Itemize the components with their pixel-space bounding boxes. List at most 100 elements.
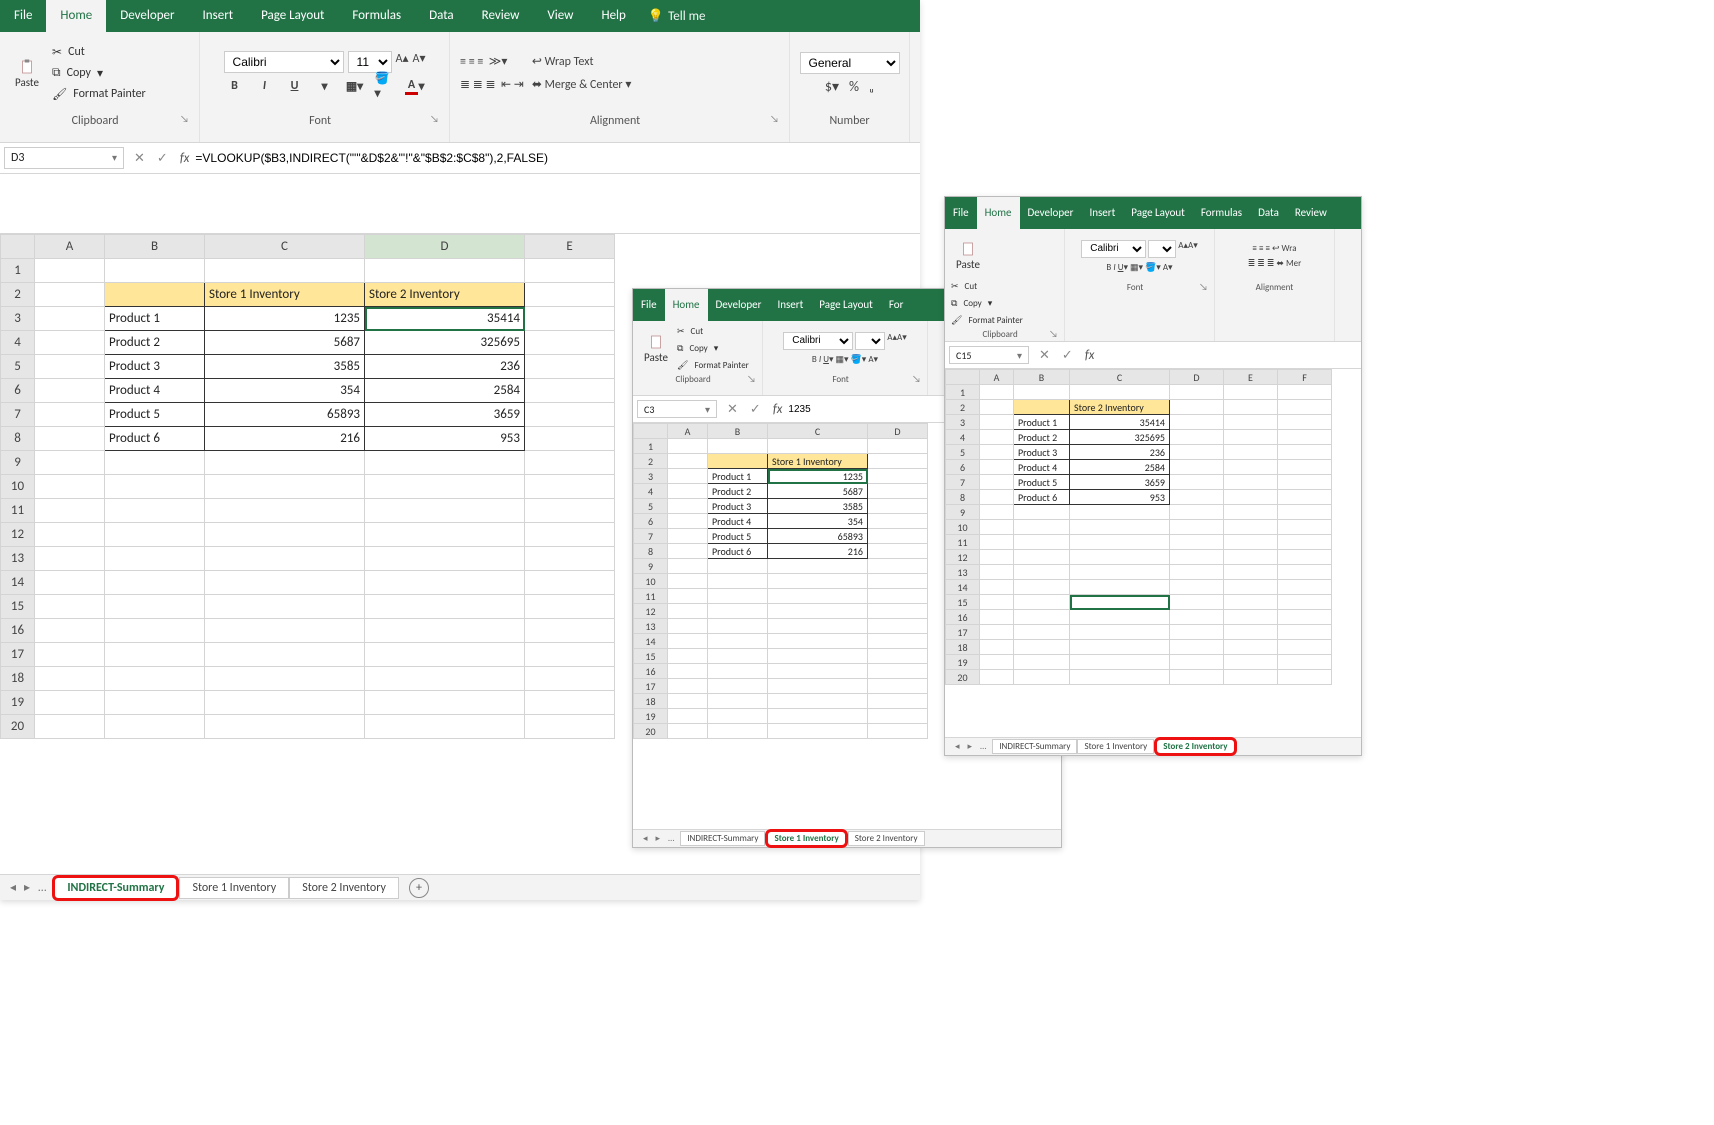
cell-B7[interactable]: Product 5	[105, 403, 205, 427]
cell-B16[interactable]	[1014, 610, 1070, 625]
cell-A13[interactable]	[980, 565, 1014, 580]
cell-C3[interactable]: 35414	[1070, 415, 1170, 430]
row-header-12[interactable]: 12	[634, 604, 668, 619]
cell-D9[interactable]	[365, 451, 525, 475]
cell-D7[interactable]	[1170, 475, 1224, 490]
cell-D7[interactable]: 3659	[365, 403, 525, 427]
cell-E8[interactable]	[1224, 490, 1278, 505]
cell-C13[interactable]	[768, 619, 868, 634]
cell-E17[interactable]	[1224, 625, 1278, 640]
cell-B7[interactable]: Product 5	[1014, 475, 1070, 490]
cell-B11[interactable]	[1014, 535, 1070, 550]
cell-F7[interactable]	[1278, 475, 1332, 490]
cell-C18[interactable]	[768, 694, 868, 709]
cell-C12[interactable]	[1070, 550, 1170, 565]
cell-B1[interactable]	[105, 259, 205, 283]
col-header-D[interactable]: D	[365, 235, 525, 259]
cell-A5[interactable]	[668, 499, 708, 514]
cell-D16[interactable]	[868, 664, 928, 679]
cell-C13[interactable]	[205, 547, 365, 571]
font-name-select[interactable]: Calibri	[224, 51, 344, 73]
cell-D14[interactable]	[1170, 580, 1224, 595]
cell-E9[interactable]	[1224, 505, 1278, 520]
row-header-16[interactable]: 16	[1, 619, 35, 643]
cell-B4[interactable]: Product 2	[708, 484, 768, 499]
cell-E5[interactable]	[525, 355, 615, 379]
cell-B4[interactable]: Product 2	[105, 331, 205, 355]
cell-D15[interactable]	[868, 649, 928, 664]
cell-A11[interactable]	[668, 589, 708, 604]
decrease-font-icon[interactable]: A▾	[413, 51, 426, 73]
cell-F2[interactable]	[1278, 400, 1332, 415]
ribbon-tab-data[interactable]: Data	[415, 0, 468, 32]
sheet-tab-store-1-inventory[interactable]: Store 1 Inventory	[765, 829, 847, 848]
font-color-button[interactable]: A▾	[405, 77, 425, 95]
cell-B17[interactable]	[105, 643, 205, 667]
row-header-20[interactable]: 20	[634, 724, 668, 739]
row-header-4[interactable]: 4	[946, 430, 980, 445]
cell-E15[interactable]	[525, 595, 615, 619]
cell-A7[interactable]	[980, 475, 1014, 490]
cell-B8[interactable]: Product 6	[1014, 490, 1070, 505]
cell-D16[interactable]	[365, 619, 525, 643]
cell-C5[interactable]: 236	[1070, 445, 1170, 460]
cell-B2[interactable]	[708, 454, 768, 469]
row-header-11[interactable]: 11	[634, 589, 668, 604]
cell-D3[interactable]	[1170, 415, 1224, 430]
cell-C17[interactable]	[1070, 625, 1170, 640]
cell-A9[interactable]	[35, 451, 105, 475]
cell-B20[interactable]	[105, 715, 205, 739]
ribbon-tab-data[interactable]: Data	[1250, 197, 1287, 229]
cell-E10[interactable]	[1224, 520, 1278, 535]
cell-B4[interactable]: Product 2	[1014, 430, 1070, 445]
cell-E1[interactable]	[525, 259, 615, 283]
ribbon-tab-home[interactable]: Home	[46, 0, 106, 32]
cell-B13[interactable]	[105, 547, 205, 571]
row-header-4[interactable]: 4	[634, 484, 668, 499]
cell-A10[interactable]	[668, 574, 708, 589]
cell-B5[interactable]: Product 3	[708, 499, 768, 514]
cell-D1[interactable]	[365, 259, 525, 283]
row-header-9[interactable]: 9	[634, 559, 668, 574]
cell-A12[interactable]	[35, 523, 105, 547]
col-header-F[interactable]: F	[1278, 370, 1332, 385]
cell-A12[interactable]	[980, 550, 1014, 565]
row-header-2[interactable]: 2	[634, 454, 668, 469]
cell-C19[interactable]	[1070, 655, 1170, 670]
row-header-13[interactable]: 13	[634, 619, 668, 634]
ribbon-tab-view[interactable]: View	[533, 0, 587, 32]
col-header-D[interactable]: D	[868, 424, 928, 439]
cell-A20[interactable]	[35, 715, 105, 739]
cell-C1[interactable]	[205, 259, 365, 283]
dialog-launcher-icon[interactable]: ↘	[180, 112, 189, 125]
row-header-8[interactable]: 8	[1, 427, 35, 451]
cell-E18[interactable]	[525, 667, 615, 691]
cell-E12[interactable]	[525, 523, 615, 547]
cell-C15[interactable]	[768, 649, 868, 664]
col-header-C[interactable]: C	[768, 424, 868, 439]
cell-A16[interactable]	[668, 664, 708, 679]
cell-B10[interactable]	[708, 574, 768, 589]
cell-C14[interactable]	[768, 634, 868, 649]
cell-F9[interactable]	[1278, 505, 1332, 520]
cell-A16[interactable]	[35, 619, 105, 643]
cell-D8[interactable]	[868, 544, 928, 559]
bold-button[interactable]: B	[225, 77, 245, 95]
cell-C9[interactable]	[768, 559, 868, 574]
cell-C4[interactable]: 5687	[768, 484, 868, 499]
cell-A6[interactable]	[980, 460, 1014, 475]
cell-C5[interactable]: 3585	[768, 499, 868, 514]
cell-D19[interactable]	[868, 709, 928, 724]
cell-A13[interactable]	[35, 547, 105, 571]
cell-A18[interactable]	[980, 640, 1014, 655]
cell-A14[interactable]	[35, 571, 105, 595]
cell-F1[interactable]	[1278, 385, 1332, 400]
ribbon-tab-formulas[interactable]: Formulas	[1193, 197, 1250, 229]
cell-A20[interactable]	[980, 670, 1014, 685]
sheet-tab-store-2-inventory[interactable]: Store 2 Inventory	[1154, 737, 1236, 756]
cell-C20[interactable]	[1070, 670, 1170, 685]
cell-C19[interactable]	[768, 709, 868, 724]
cell-B19[interactable]	[708, 709, 768, 724]
cell-B1[interactable]	[708, 439, 768, 454]
row-header-9[interactable]: 9	[1, 451, 35, 475]
